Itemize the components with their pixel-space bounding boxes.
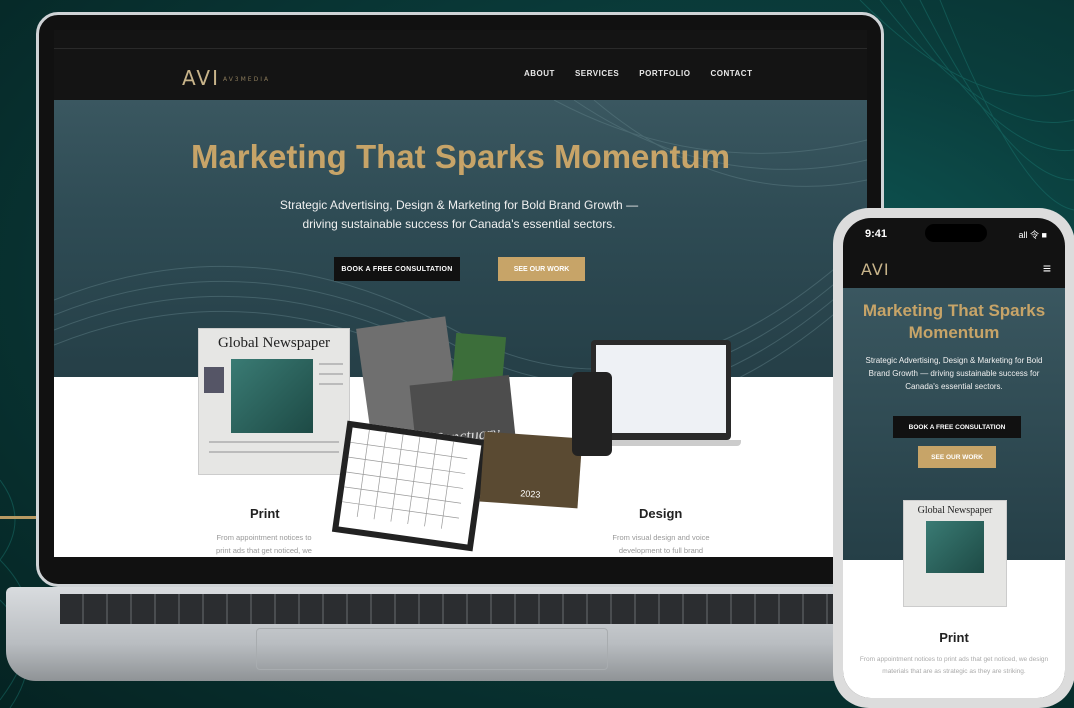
laptop-screen: AVI AV3MEDIA ABOUT SERVICES PORTFOLIO CON… — [54, 30, 867, 557]
logo-text: AVI — [182, 66, 220, 90]
calendar-year-2023: 2023 — [519, 488, 541, 500]
top-navbar: AVI AV3MEDIA ABOUT SERVICES PORTFOLIO CON… — [54, 30, 867, 100]
phone-print-text: From appointment notices to print ads th… — [859, 656, 1049, 675]
newspaper-column — [319, 373, 343, 375]
design-title: Design — [639, 506, 683, 521]
phone-newspaper-image: Global Newspaper — [903, 500, 1007, 607]
hamburger-menu-icon[interactable]: ≡ — [1043, 260, 1051, 276]
calendar-grid-lines — [342, 429, 468, 529]
hero-subtitle-line1: Strategic Advertising, Design & Marketin… — [279, 198, 639, 212]
book-consultation-button[interactable]: BOOK A FREE CONSULTATION — [334, 257, 460, 281]
gold-accent-stripe — [0, 516, 36, 519]
phone-dynamic-island — [925, 224, 987, 242]
newspaper-art — [231, 359, 313, 433]
newspaper-column — [209, 441, 339, 443]
hero-title: Marketing That Sparks Momentum — [190, 138, 731, 175]
laptop-trackpad — [256, 628, 608, 670]
nav-services[interactable]: SERVICES — [575, 69, 619, 78]
print-text-line2: print ads that get noticed, we — [216, 546, 312, 555]
newspaper-column — [319, 363, 343, 365]
phone-see-our-work-button[interactable]: SEE OUR WORK — [918, 446, 996, 468]
newspaper-column — [209, 451, 339, 453]
newspaper-image: Global Newspaper — [198, 328, 350, 475]
phone-newspaper-art — [926, 521, 984, 573]
hero-subtitle-line2: driving sustainable success for Canada's… — [302, 217, 616, 231]
nav-links: ABOUT SERVICES PORTFOLIO CONTACT — [524, 69, 752, 78]
phone-time: 9:41 — [865, 228, 888, 240]
design-laptop-content — [596, 345, 726, 433]
design-laptop-mockup — [591, 340, 731, 440]
print-title: Print — [250, 506, 280, 521]
design-text: From visual design and voice development … — [591, 531, 731, 557]
phone-site-logo[interactable]: AVI — [861, 260, 890, 279]
nav-portfolio[interactable]: PORTFOLIO — [639, 69, 690, 78]
nav-divider — [54, 48, 867, 49]
phone-print-title: Print — [939, 630, 969, 645]
print-text-line1: From appointment notices to — [216, 533, 312, 542]
logo-sub: AV3MEDIA — [222, 76, 271, 83]
site-logo[interactable]: AVI AV3MEDIA — [182, 66, 270, 90]
print-text: From appointment notices to print ads tha… — [194, 531, 334, 557]
phone-hero-text: Strategic Advertising, Design & Marketin… — [865, 356, 1043, 391]
phone-hero-title: Marketing That Sparks Momentum — [843, 300, 1065, 344]
nav-contact[interactable]: CONTACT — [710, 69, 752, 78]
phone-status-icons: all 令 ■ — [1018, 230, 1047, 240]
phone-hero-title-line2: Momentum — [908, 323, 1000, 342]
calendar-grid — [331, 420, 489, 552]
see-our-work-button[interactable]: SEE OUR WORK — [498, 257, 585, 281]
phone-hero-title-line1: Marketing That Sparks — [862, 301, 1046, 320]
laptop-keyboard — [60, 594, 836, 624]
newspaper-column — [319, 383, 343, 385]
design-text-line2: development to full brand — [618, 546, 704, 555]
phone-screen: 9:41 all 令 ■ AVI ≡ Marketing That Sparks… — [843, 218, 1065, 698]
design-text-line1: From visual design and voice — [612, 533, 710, 542]
calendar-2023-photo: 2023 — [479, 431, 583, 509]
hero-subtitle: Strategic Advertising, Design & Marketin… — [254, 196, 664, 234]
nav-about[interactable]: ABOUT — [524, 69, 555, 78]
newspaper-portrait — [204, 367, 224, 393]
phone-newspaper-title: Global Newspaper — [917, 505, 993, 516]
phone-book-consultation-button[interactable]: BOOK A FREE CONSULTATION — [893, 416, 1021, 438]
design-phone-mockup — [572, 372, 612, 456]
newspaper-title: Global Newspaper — [217, 335, 331, 351]
